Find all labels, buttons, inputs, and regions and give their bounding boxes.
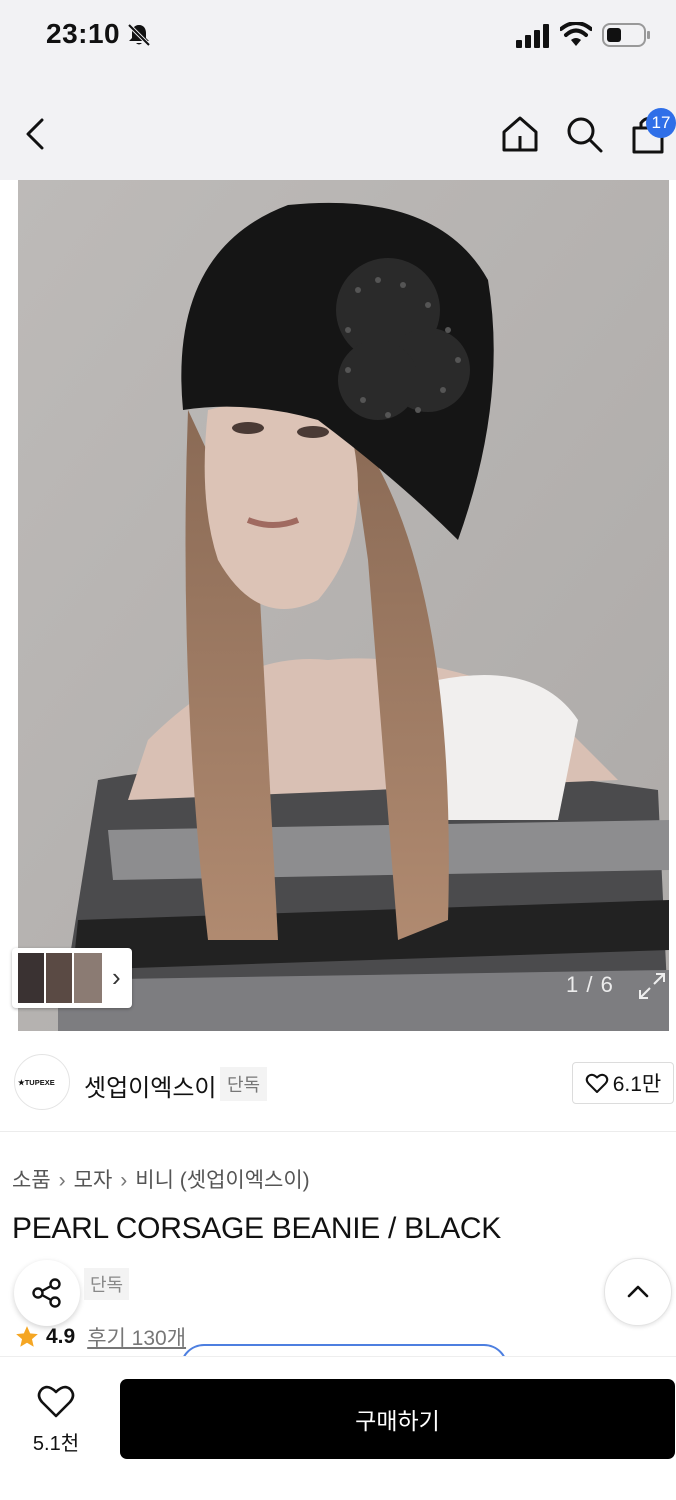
rating-row: 4.9 후기 130개 xyxy=(14,1322,186,1352)
image-counter: 1 / 6 xyxy=(566,972,614,997)
battery-icon xyxy=(602,23,650,47)
rating-value: 4.9 xyxy=(46,1325,76,1348)
breadcrumb-item[interactable]: 모자 xyxy=(74,1169,113,1192)
top-nav xyxy=(0,72,676,180)
thumbnail-image[interactable] xyxy=(18,953,44,1003)
breadcrumb-item[interactable]: 비니 (셋업이엑스이) xyxy=(135,1169,309,1192)
brand-like-button[interactable]: 6.1만 xyxy=(572,1062,674,1104)
wifi-icon xyxy=(560,22,592,46)
wishlist-button[interactable]: 5.1천 xyxy=(20,1383,92,1463)
brand-logo-mark: ★TUPEXE xyxy=(18,1078,55,1087)
thumbnail-image[interactable] xyxy=(74,953,102,1003)
product-exclusive-tag: 단독 xyxy=(84,1268,130,1300)
thumbnail-image[interactable] xyxy=(46,953,72,1003)
star-icon xyxy=(16,1326,38,1347)
product-photo xyxy=(18,180,669,1031)
breadcrumb-separator: › xyxy=(58,1169,66,1192)
brand-exclusive-badge: 단독 xyxy=(220,1067,268,1101)
breadcrumb-separator: › xyxy=(120,1169,128,1192)
thumbnail-strip[interactable]: › xyxy=(12,948,132,1008)
scroll-top-button[interactable] xyxy=(604,1258,672,1326)
product-title: PEARL CORSAGE BEANIE / BLACK xyxy=(12,1212,501,1245)
breadcrumb-item[interactable]: 소품 xyxy=(12,1169,51,1192)
brand-like-count: 6.1만 xyxy=(612,1073,662,1096)
breadcrumb: 소품 › 모자 › 비니 (셋업이엑스이) xyxy=(12,1164,310,1194)
wishlist-count: 5.1천 xyxy=(32,1433,80,1455)
signal-icon xyxy=(516,24,549,48)
buy-button[interactable]: 구매하기 xyxy=(120,1379,675,1459)
share-icon xyxy=(32,1278,61,1308)
svg-text:★TUPEXE: ★TUPEXE xyxy=(18,1078,55,1087)
status-bar: 23:10 xyxy=(0,0,676,72)
bell-slash-icon xyxy=(127,23,151,47)
share-button[interactable] xyxy=(14,1260,80,1326)
heart-icon xyxy=(37,1385,75,1418)
expand-icon[interactable] xyxy=(636,970,668,1002)
back-icon[interactable] xyxy=(18,112,62,156)
heart-icon xyxy=(585,1073,608,1093)
brand-name[interactable]: 셋업이엑스이 xyxy=(84,1068,216,1103)
chevron-up-icon xyxy=(627,1285,649,1298)
chevron-right-icon[interactable]: › xyxy=(112,962,121,993)
brand-row: ★TUPEXE 셋업이엑스이 단독 6.1만 xyxy=(0,1032,676,1132)
bottom-action-bar: 5.1천 구매하기 xyxy=(0,1356,676,1500)
home-icon[interactable] xyxy=(498,112,542,156)
status-time: 23:10 xyxy=(46,18,121,49)
cart-count-badge: 17 xyxy=(646,108,676,138)
brand-logo[interactable]: ★TUPEXE xyxy=(14,1054,70,1110)
review-link[interactable]: 후기 130개 xyxy=(87,1322,186,1352)
search-icon[interactable] xyxy=(562,112,606,156)
product-image[interactable] xyxy=(18,180,669,1031)
